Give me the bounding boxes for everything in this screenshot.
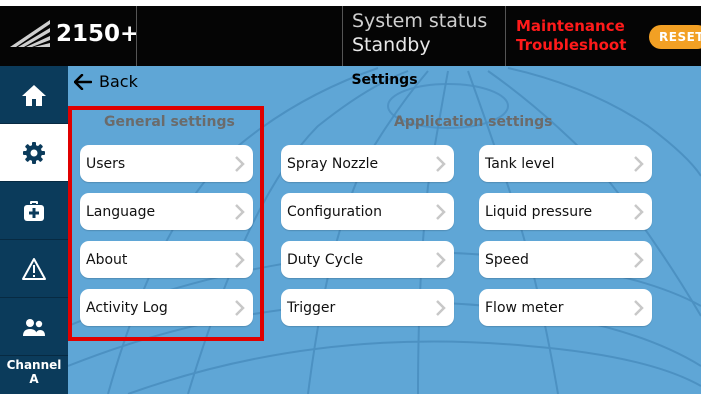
general-settings-highlight bbox=[68, 106, 264, 341]
chevron-right-icon bbox=[634, 299, 644, 316]
alert-maintenance: Maintenance bbox=[516, 17, 625, 35]
speed-button[interactable]: Speed bbox=[479, 241, 652, 278]
sidebar-item-users[interactable] bbox=[0, 298, 68, 356]
spray-nozzle-button[interactable]: Spray Nozzle bbox=[281, 145, 454, 182]
chevron-right-icon bbox=[634, 203, 644, 220]
application-settings-title: Application settings bbox=[394, 114, 553, 130]
sidebar-item-alarms[interactable] bbox=[0, 240, 68, 298]
model-name: 2150+ bbox=[56, 21, 140, 47]
button-label: Spray Nozzle bbox=[287, 155, 379, 172]
reset-button[interactable]: RESET bbox=[649, 25, 701, 49]
chevron-right-icon bbox=[436, 251, 446, 268]
home-icon bbox=[22, 84, 46, 106]
warning-icon bbox=[22, 257, 46, 280]
settings-panel: Back Settings General settings Applicati… bbox=[68, 66, 701, 394]
brand: 2150+ bbox=[0, 6, 140, 66]
duty-cycle-button[interactable]: Duty Cycle bbox=[281, 241, 454, 278]
button-label: Trigger bbox=[287, 299, 336, 316]
top-bar: 2150+ System status Standby Maintenance … bbox=[0, 6, 701, 66]
gear-icon bbox=[23, 141, 45, 164]
chevron-right-icon bbox=[634, 155, 644, 172]
channel-selector[interactable]: Channel A bbox=[0, 354, 68, 394]
users-icon bbox=[23, 318, 45, 336]
trigger-button[interactable]: Trigger bbox=[281, 289, 454, 326]
brand-logo-icon bbox=[10, 20, 50, 47]
tank-level-button[interactable]: Tank level bbox=[479, 145, 652, 182]
sidebar-item-home[interactable] bbox=[0, 66, 68, 124]
alert-text[interactable]: Maintenance Troubleshoot bbox=[516, 17, 626, 55]
system-status-label: System status bbox=[352, 10, 488, 32]
configuration-button[interactable]: Configuration bbox=[281, 193, 454, 230]
liquid-pressure-button[interactable]: Liquid pressure bbox=[479, 193, 652, 230]
page-title: Settings bbox=[351, 72, 418, 88]
toolbox-icon bbox=[24, 200, 44, 221]
chevron-right-icon bbox=[634, 251, 644, 268]
system-status-value: Standby bbox=[352, 34, 431, 56]
flow-meter-button[interactable]: Flow meter bbox=[479, 289, 652, 326]
sidebar-nav: Channel A bbox=[0, 66, 68, 394]
button-label: Speed bbox=[485, 251, 529, 268]
divider bbox=[342, 6, 343, 66]
sidebar-item-toolbox[interactable] bbox=[0, 182, 68, 240]
sidebar-item-settings[interactable] bbox=[0, 124, 68, 182]
app-frame: 2150+ System status Standby Maintenance … bbox=[0, 6, 701, 394]
channel-value: A bbox=[29, 372, 39, 386]
divider bbox=[136, 6, 137, 66]
button-label: Tank level bbox=[485, 155, 555, 172]
button-label: Liquid pressure bbox=[485, 203, 593, 220]
button-label: Flow meter bbox=[485, 299, 564, 316]
chevron-right-icon bbox=[436, 299, 446, 316]
divider bbox=[505, 6, 506, 66]
button-label: Configuration bbox=[287, 203, 382, 220]
alert-troubleshoot: Troubleshoot bbox=[516, 36, 627, 54]
button-label: Duty Cycle bbox=[287, 251, 364, 268]
chevron-right-icon bbox=[436, 203, 446, 220]
channel-label: Channel bbox=[6, 358, 62, 372]
chevron-right-icon bbox=[436, 155, 446, 172]
